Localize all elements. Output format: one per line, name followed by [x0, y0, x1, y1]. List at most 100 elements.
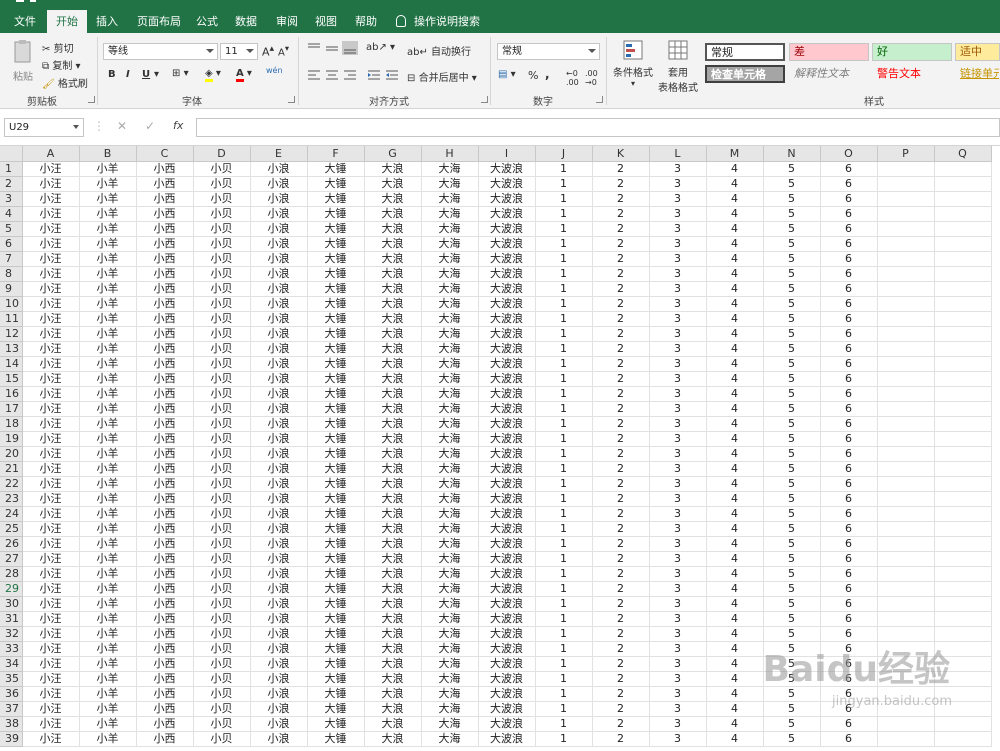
cell[interactable]: 大浪	[364, 221, 422, 237]
cell[interactable]: 5	[763, 701, 821, 717]
cell[interactable]: 大海	[421, 341, 479, 357]
underline-button[interactable]: U	[142, 69, 150, 80]
tab-insert[interactable]: 插入	[90, 10, 124, 33]
cell[interactable]: 大浪	[364, 626, 422, 642]
cell[interactable]: 小西	[136, 686, 194, 702]
cell[interactable]: 大浪	[364, 431, 422, 447]
cell[interactable]	[934, 536, 992, 552]
row-header[interactable]: 3	[0, 191, 23, 207]
cell[interactable]: 大海	[421, 641, 479, 657]
cell[interactable]: 小羊	[79, 656, 137, 672]
cell[interactable]: 小羊	[79, 356, 137, 372]
cell[interactable]: 大海	[421, 716, 479, 732]
style-check-cell[interactable]: 检查单元格	[705, 65, 785, 83]
cell[interactable]: 4	[706, 521, 764, 537]
cell[interactable]: 4	[706, 221, 764, 237]
format-painter-button[interactable]: 🖌 格式刷	[42, 75, 88, 90]
column-header-h[interactable]: H	[421, 146, 479, 162]
cell[interactable]: 小羊	[79, 671, 137, 687]
cell[interactable]	[877, 701, 935, 717]
cell[interactable]: 6	[820, 506, 878, 522]
cell[interactable]: 小贝	[193, 431, 251, 447]
cell[interactable]	[934, 431, 992, 447]
cell[interactable]: 小羊	[79, 626, 137, 642]
cell[interactable]: 小汪	[22, 266, 80, 282]
decrease-decimal-button[interactable]: .00 →0	[585, 69, 598, 87]
cell[interactable]: 6	[820, 281, 878, 297]
cell[interactable]: 大浪	[364, 641, 422, 657]
cell[interactable]: 4	[706, 311, 764, 327]
cell[interactable]: 小汪	[22, 356, 80, 372]
cell[interactable]: 大波浪	[478, 731, 536, 747]
cell[interactable]: 4	[706, 341, 764, 357]
cell[interactable]: 2	[592, 446, 650, 462]
spreadsheet-grid[interactable]: ABCDEFGHIJKLMNOPQ 1 小汪 小羊 小西 小贝 小浪 大锤 大浪 大海 大波浪 1 2…	[0, 146, 1000, 751]
cell[interactable]: 大浪	[364, 161, 422, 177]
row-header[interactable]: 21	[0, 461, 23, 477]
cell[interactable]: 小羊	[79, 431, 137, 447]
cell[interactable]: 大浪	[364, 671, 422, 687]
cell[interactable]: 小羊	[79, 641, 137, 657]
wrap-text-button[interactable]: ab↵ 自动换行	[407, 43, 471, 58]
cell[interactable]: 小贝	[193, 461, 251, 477]
cell[interactable]: 小贝	[193, 176, 251, 192]
cell[interactable]: 大浪	[364, 311, 422, 327]
cell[interactable]	[934, 296, 992, 312]
row-header[interactable]: 25	[0, 521, 23, 537]
cell[interactable]: 5	[763, 626, 821, 642]
enter-icon[interactable]: ✓	[145, 119, 155, 133]
cell[interactable]: 小贝	[193, 536, 251, 552]
cell[interactable]: 大浪	[364, 176, 422, 192]
cell[interactable]: 4	[706, 446, 764, 462]
cell[interactable]: 大浪	[364, 386, 422, 402]
cell[interactable]: 大浪	[364, 581, 422, 597]
cell[interactable]: 大波浪	[478, 281, 536, 297]
cell[interactable]	[877, 446, 935, 462]
row-header[interactable]: 39	[0, 731, 23, 747]
cell[interactable]: 大波浪	[478, 461, 536, 477]
cell[interactable]	[877, 626, 935, 642]
cell[interactable]: 小贝	[193, 371, 251, 387]
cell[interactable]: 大海	[421, 416, 479, 432]
cell[interactable]: 3	[649, 581, 707, 597]
cell[interactable]: 2	[592, 266, 650, 282]
cell[interactable]: 小汪	[22, 611, 80, 627]
cell[interactable]: 大海	[421, 296, 479, 312]
cell[interactable]: 3	[649, 326, 707, 342]
row-header[interactable]: 28	[0, 566, 23, 582]
cell[interactable]: 1	[535, 491, 593, 507]
cell[interactable]: 1	[535, 401, 593, 417]
cell[interactable]: 大波浪	[478, 206, 536, 222]
cell[interactable]: 5	[763, 281, 821, 297]
cell[interactable]	[877, 716, 935, 732]
percent-button[interactable]: %	[528, 69, 538, 82]
cell[interactable]: 3	[649, 611, 707, 627]
cell[interactable]: 小浪	[250, 461, 308, 477]
cell[interactable]	[934, 566, 992, 582]
cell[interactable]: 2	[592, 191, 650, 207]
cell[interactable]: 小西	[136, 521, 194, 537]
cell[interactable]: 大波浪	[478, 251, 536, 267]
tab-review[interactable]: 审阅	[270, 10, 304, 33]
cell[interactable]: 小西	[136, 191, 194, 207]
cell[interactable]: 3	[649, 446, 707, 462]
cell[interactable]	[877, 221, 935, 237]
cell[interactable]	[934, 701, 992, 717]
cell[interactable]: 4	[706, 416, 764, 432]
cell[interactable]	[877, 656, 935, 672]
cell[interactable]: 小西	[136, 506, 194, 522]
cell[interactable]: 小浪	[250, 326, 308, 342]
select-all-corner[interactable]	[0, 146, 23, 162]
cell[interactable]: 3	[649, 281, 707, 297]
cell[interactable]: 3	[649, 656, 707, 672]
cell[interactable]: 3	[649, 341, 707, 357]
cell[interactable]: 大海	[421, 551, 479, 567]
cell[interactable]: 4	[706, 476, 764, 492]
save-icon[interactable]	[14, 0, 54, 6]
cell[interactable]: 小西	[136, 596, 194, 612]
cell[interactable]: 5	[763, 506, 821, 522]
cell[interactable]: 大浪	[364, 266, 422, 282]
cell[interactable]: 6	[820, 446, 878, 462]
cell[interactable]: 大波浪	[478, 296, 536, 312]
cell[interactable]: 1	[535, 671, 593, 687]
